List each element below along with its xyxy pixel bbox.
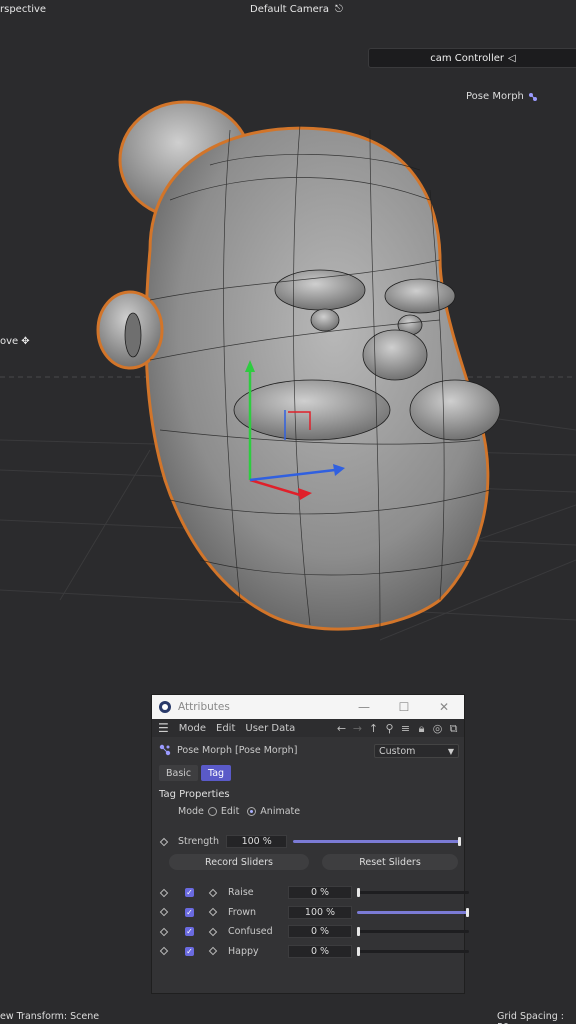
mode-row: Mode Edit Animate (178, 806, 300, 817)
morph-slider[interactable] (357, 888, 469, 897)
cam-controller-field[interactable]: cam Controller ◁ (368, 48, 576, 68)
pose-morph-tag-icon (159, 744, 171, 756)
move-icon: ✥ (21, 336, 30, 347)
maximize-button[interactable]: ☐ (384, 700, 424, 714)
cursor-icon: ◁ (508, 52, 516, 64)
morph-slider[interactable] (357, 907, 469, 917)
cam-controller-label: cam Controller (430, 52, 505, 64)
keyframe-diamond-icon[interactable] (208, 946, 218, 956)
strength-slider-fill (293, 840, 461, 843)
morph-name: Raise (228, 887, 254, 898)
view-name-label[interactable]: rspective (0, 4, 46, 15)
object-name: Pose Morph [Pose Morph] (177, 744, 298, 756)
attributes-window[interactable]: Attributes — ☐ ✕ ☰ Mode Edit User Data ←… (151, 694, 469, 994)
record-sliders-button[interactable]: Record Sliders (169, 854, 309, 870)
enable-checkbox[interactable]: ✓ (185, 946, 194, 956)
keyframe-diamond-icon[interactable] (159, 837, 169, 846)
object-header: Pose Morph [Pose Morph] (159, 744, 297, 756)
enable-checkbox[interactable]: ✓ (185, 907, 194, 917)
hamburger-menu-icon[interactable]: ☰ (158, 721, 169, 735)
mode-label: Mode (178, 806, 204, 817)
morph-slider-row: ✓ Happy 0 % (159, 944, 469, 958)
keyframe-diamond-icon[interactable] (159, 888, 169, 897)
target-icon[interactable]: ◎ (431, 722, 444, 735)
mode-animate-radio[interactable] (247, 807, 257, 816)
camera-selector[interactable]: Default Camera ⎋ (250, 4, 343, 15)
move-tool-label[interactable]: ove ✥ (0, 336, 30, 347)
reset-sliders-button[interactable]: Reset Sliders (322, 854, 458, 870)
enable-checkbox[interactable]: ✓ (185, 927, 194, 936)
minimize-button[interactable]: — (344, 700, 384, 714)
attributes-menubar: ☰ Mode Edit User Data ← → ↑ ⚲ ≡ 🔒︎ ◎ ⧉ (152, 719, 464, 737)
morph-value-field[interactable]: 0 % (288, 925, 352, 938)
pose-morph-tag-text: Pose Morph (466, 91, 524, 102)
morph-slider[interactable] (357, 946, 469, 956)
back-arrow-icon[interactable]: ← (335, 722, 348, 735)
character-head-model[interactable] (0, 0, 576, 700)
strength-value-field[interactable]: 100 % (226, 835, 288, 848)
tab-basic[interactable]: Basic (159, 765, 199, 781)
morph-value-field[interactable]: 0 % (288, 944, 352, 958)
new-window-icon[interactable]: ⧉ (447, 722, 460, 735)
move-label-text: ove (0, 336, 19, 347)
keyframe-diamond-icon[interactable] (208, 927, 218, 936)
strength-row: Strength 100 % (159, 835, 461, 848)
keyframe-diamond-icon[interactable] (159, 927, 169, 936)
mode-edit-radio[interactable] (207, 807, 217, 816)
morph-slider-row: ✓ Confused 0 % (159, 925, 469, 938)
morph-name: Confused (228, 926, 273, 937)
camera-name: Default Camera (250, 4, 329, 15)
search-icon[interactable]: ⚲ (383, 722, 396, 735)
enable-checkbox[interactable]: ✓ (185, 888, 194, 897)
chevron-down-icon: ▼ (447, 746, 454, 756)
dropdown-value: Custom (379, 745, 416, 757)
morph-slider-knob[interactable] (357, 927, 360, 936)
mode-animate-label[interactable]: Animate (260, 806, 300, 817)
morph-slider-knob[interactable] (357, 946, 360, 956)
morph-slider-knob[interactable] (357, 888, 360, 897)
strength-slider-knob[interactable] (458, 837, 461, 846)
morph-slider[interactable] (357, 927, 469, 936)
menu-edit[interactable]: Edit (216, 723, 235, 734)
forward-arrow-icon[interactable]: → (351, 722, 364, 735)
attributes-titlebar[interactable]: Attributes — ☐ ✕ (152, 695, 464, 719)
lock-icon[interactable]: 🔒︎ (415, 722, 428, 735)
close-button[interactable]: ✕ (424, 700, 464, 714)
menu-mode[interactable]: Mode (179, 723, 206, 734)
window-title: Attributes (178, 701, 230, 713)
pose-morph-tag-label[interactable]: Pose Morph (466, 91, 538, 102)
menu-user-data[interactable]: User Data (245, 723, 295, 734)
keyframe-diamond-icon[interactable] (159, 907, 169, 917)
camera-lock-icon: ⎋ (334, 4, 343, 15)
layout-dropdown[interactable]: Custom ▼ (374, 744, 459, 758)
filter-icon[interactable]: ≡ (399, 722, 412, 735)
mode-edit-label[interactable]: Edit (221, 806, 239, 817)
keyframe-diamond-icon[interactable] (159, 946, 169, 956)
status-grid-spacing: Grid Spacing : 50 (497, 1011, 564, 1024)
strength-slider[interactable] (293, 837, 461, 846)
up-arrow-icon[interactable]: ↑ (367, 722, 380, 735)
morph-slider-row: ✓ Frown 100 % (159, 905, 469, 919)
keyframe-diamond-icon[interactable] (208, 888, 218, 897)
pose-morph-icon (528, 92, 537, 101)
tab-tag[interactable]: Tag (201, 765, 232, 781)
morph-slider-row: ✓ Raise 0 % (159, 886, 469, 899)
strength-label: Strength (177, 836, 220, 847)
keyframe-diamond-icon[interactable] (208, 907, 218, 917)
morph-value-field[interactable]: 100 % (288, 905, 352, 919)
status-transform: ew Transform: Scene (0, 1011, 100, 1022)
section-title: Tag Properties (159, 789, 230, 800)
cinema4d-logo-icon (159, 701, 171, 713)
morph-value-field[interactable]: 0 % (288, 886, 352, 899)
morph-slider-knob[interactable] (466, 907, 469, 917)
morph-slider-fill (357, 910, 469, 914)
morph-name: Frown (228, 906, 257, 918)
morph-name: Happy (228, 945, 259, 957)
